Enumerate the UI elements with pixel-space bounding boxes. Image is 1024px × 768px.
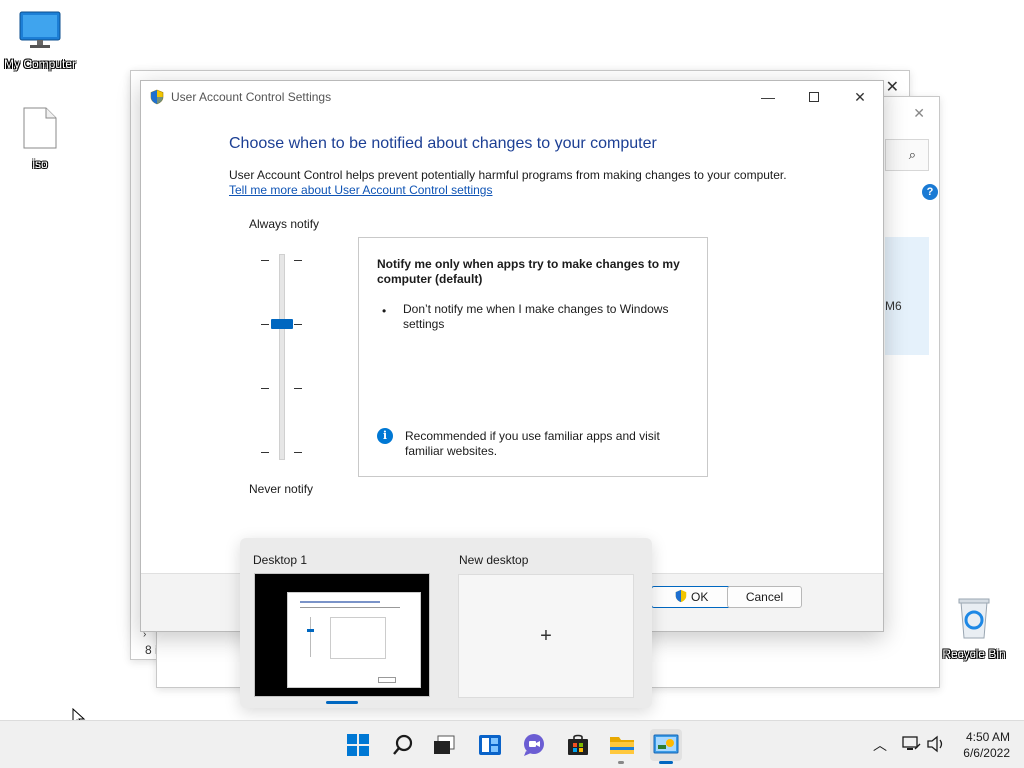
minimize-icon: — <box>761 89 775 105</box>
show-hidden-icons-button[interactable]: ︿ <box>873 735 887 755</box>
bullet-dot: • <box>382 304 387 318</box>
info-icon: i <box>377 428 393 444</box>
desktop-1-label: Desktop 1 <box>253 553 308 567</box>
task-view-icon <box>434 735 455 754</box>
network-icon <box>902 736 921 750</box>
minimize-button[interactable]: — <box>745 81 791 113</box>
store-button[interactable] <box>562 729 594 761</box>
slider-tick <box>294 452 302 453</box>
close-button[interactable]: ✕ <box>837 81 883 113</box>
volume-button[interactable] <box>926 735 946 756</box>
slider-top-label: Always notify <box>249 217 320 231</box>
start-icon <box>347 734 369 756</box>
search-icon: ⌕ <box>908 147 916 162</box>
network-button[interactable] <box>901 735 921 756</box>
ok-label: OK <box>691 590 709 604</box>
plus-icon: + <box>540 624 552 647</box>
uac-shield-icon <box>675 589 686 603</box>
desktop-icon-label: iso <box>32 157 48 171</box>
slider-bottom-label: Never notify <box>249 482 314 496</box>
close-icon: ✕ <box>854 88 866 105</box>
monitor-icon <box>19 11 61 48</box>
new-desktop-button[interactable]: + <box>458 574 634 698</box>
slider-tick <box>261 452 269 453</box>
task-view-button[interactable] <box>428 729 460 761</box>
slider-tick <box>261 388 269 389</box>
clock-time: 4:50 AM <box>965 730 1010 744</box>
store-icon <box>568 734 588 755</box>
selected-level-detail: Don’t notify me when I make changes to W… <box>403 302 669 331</box>
uac-shield-icon <box>150 89 164 105</box>
ok-button[interactable]: OK <box>651 586 731 608</box>
control-panel-button[interactable] <box>650 729 682 764</box>
slider-tick <box>261 260 269 261</box>
title-bar[interactable]: User Account Control Settings — ✕ <box>141 81 883 113</box>
slider-tick <box>294 324 302 325</box>
widgets-icon <box>479 735 501 755</box>
help-icon[interactable]: ? <box>922 184 938 200</box>
maximize-icon <box>809 92 819 102</box>
learn-more-link[interactable]: Tell me more about User Account Control … <box>229 183 492 197</box>
clock-date: 6/6/2022 <box>963 746 1010 760</box>
volume-icon <box>927 735 943 753</box>
slider-tick <box>261 324 269 325</box>
desktop-1-thumbnail[interactable] <box>254 573 430 697</box>
slider-tick <box>294 260 302 261</box>
notification-description-box: Notify me only when apps try to make cha… <box>358 237 708 477</box>
new-desktop-label: New desktop <box>459 553 529 567</box>
selected-item-panel[interactable]: M6 <box>885 237 929 355</box>
cancel-button[interactable]: Cancel <box>727 586 802 608</box>
desktop-icon-recycle-bin[interactable]: Recycle Bin <box>934 596 1014 661</box>
notify-level-slider-thumb[interactable] <box>271 319 293 329</box>
recycle-bin-icon <box>958 598 990 639</box>
selected-level-title: Notify me only when apps try to make cha… <box>377 257 680 286</box>
cancel-label: Cancel <box>745 590 784 604</box>
start-button[interactable] <box>342 729 374 761</box>
search-button[interactable] <box>387 729 419 761</box>
desktop-icon-my-computer[interactable]: My Computer <box>0 10 80 71</box>
control-panel-icon <box>653 734 679 754</box>
widgets-button[interactable] <box>474 729 506 761</box>
chat-button[interactable] <box>518 729 550 761</box>
maximize-button[interactable] <box>791 81 837 113</box>
recommendation-text: Recommended if you use familiar apps and… <box>405 429 660 458</box>
active-desktop-indicator <box>326 701 358 704</box>
file-explorer-icon <box>610 737 634 754</box>
window-title: User Account Control Settings <box>171 90 332 104</box>
running-indicator <box>618 761 624 764</box>
selected-item-label: M6 <box>885 299 902 313</box>
notify-level-slider-track[interactable] <box>279 254 285 460</box>
file-icon <box>23 107 57 149</box>
taskbar: ︿ 4:50 AM 6/6/2022 <box>0 720 1024 768</box>
chat-icon <box>524 734 544 756</box>
task-view-flyout: Desktop 1 New desktop + <box>240 538 652 708</box>
file-explorer-button[interactable] <box>606 729 638 764</box>
search-icon <box>393 734 413 755</box>
slider-tick <box>294 388 302 389</box>
chevron-up-icon: ︿ <box>873 737 887 753</box>
active-indicator <box>659 761 673 764</box>
clock[interactable]: 4:50 AM 6/6/2022 <box>963 729 1010 761</box>
thumbnail-window-preview <box>287 592 421 688</box>
desktop-icon-label: My Computer <box>3 57 77 71</box>
close-icon[interactable]: ✕ <box>886 77 899 97</box>
desktop-icon-label: Recycle Bin <box>942 647 1006 661</box>
search-box[interactable]: ⌕ <box>885 139 929 171</box>
desktop-icon-iso[interactable]: iso <box>0 106 80 171</box>
page-heading: Choose when to be notified about changes… <box>229 135 657 152</box>
description-text: User Account Control helps prevent poten… <box>229 168 787 182</box>
close-icon[interactable]: ✕ <box>913 105 925 122</box>
